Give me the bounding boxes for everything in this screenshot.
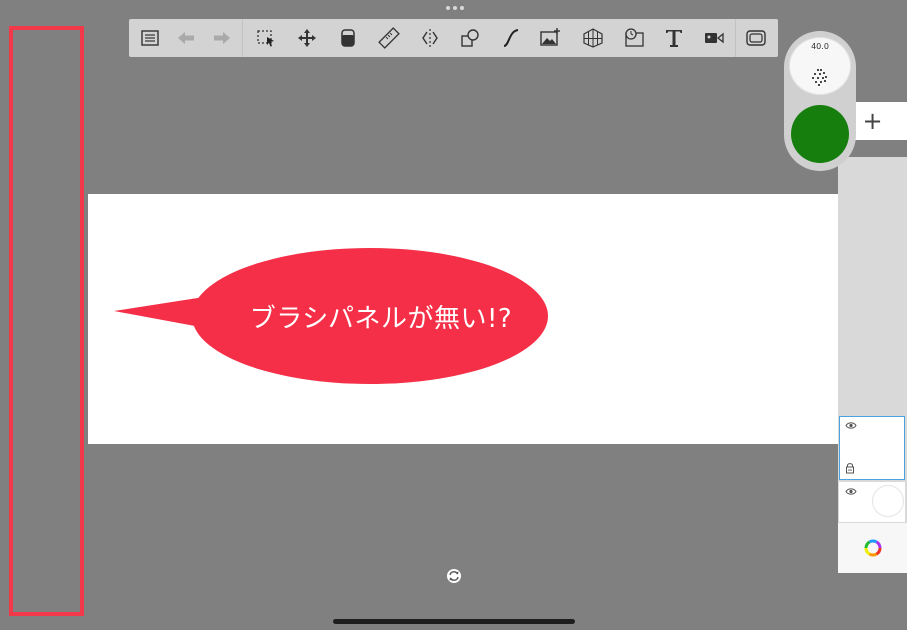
brush-tip-icon <box>812 69 827 86</box>
layer-item-background[interactable] <box>839 482 905 522</box>
top-toolbar <box>129 19 778 57</box>
drawing-canvas[interactable]: ブラシパネルが無い!? <box>88 194 847 444</box>
selection-icon[interactable] <box>251 23 281 53</box>
layer-item-active[interactable] <box>839 416 905 480</box>
color-wheel-icon <box>864 539 881 557</box>
ruler-icon[interactable] <box>374 23 404 53</box>
sync-icon[interactable] <box>446 568 462 584</box>
home-indicator[interactable] <box>333 619 575 624</box>
shapes-icon[interactable] <box>455 23 485 53</box>
symmetry-icon[interactable] <box>415 23 445 53</box>
redo-arrow-icon[interactable] <box>207 23 237 53</box>
background-color-swatch[interactable] <box>872 485 904 517</box>
callout-text: ブラシパネルが無い!? <box>249 304 513 334</box>
drag-handle-dots[interactable] <box>446 6 464 10</box>
video-record-icon[interactable] <box>699 23 729 53</box>
fullscreen-icon[interactable] <box>741 23 771 53</box>
transform-move-icon[interactable] <box>292 23 322 53</box>
text-tool-icon[interactable] <box>659 23 689 53</box>
eye-icon[interactable] <box>845 487 857 496</box>
time-lapse-icon[interactable] <box>619 23 649 53</box>
plus-icon: + <box>862 107 883 135</box>
perspective-grid-icon[interactable] <box>578 23 608 53</box>
color-puck[interactable] <box>791 105 849 163</box>
brush-panel-missing-highlight <box>9 26 84 616</box>
lock-icon[interactable] <box>845 462 855 474</box>
undo-arrow-icon[interactable] <box>171 23 201 53</box>
fill-bucket-icon[interactable] <box>333 23 363 53</box>
brush-size-dial[interactable]: 40.0 <box>789 37 851 95</box>
menu-list-icon[interactable] <box>135 23 165 53</box>
brush-size-value: 40.0 <box>811 42 829 51</box>
stroke-curve-icon[interactable] <box>496 23 526 53</box>
add-image-icon[interactable] <box>535 23 565 53</box>
eye-icon[interactable] <box>845 421 857 430</box>
color-editor-button[interactable] <box>838 523 907 573</box>
